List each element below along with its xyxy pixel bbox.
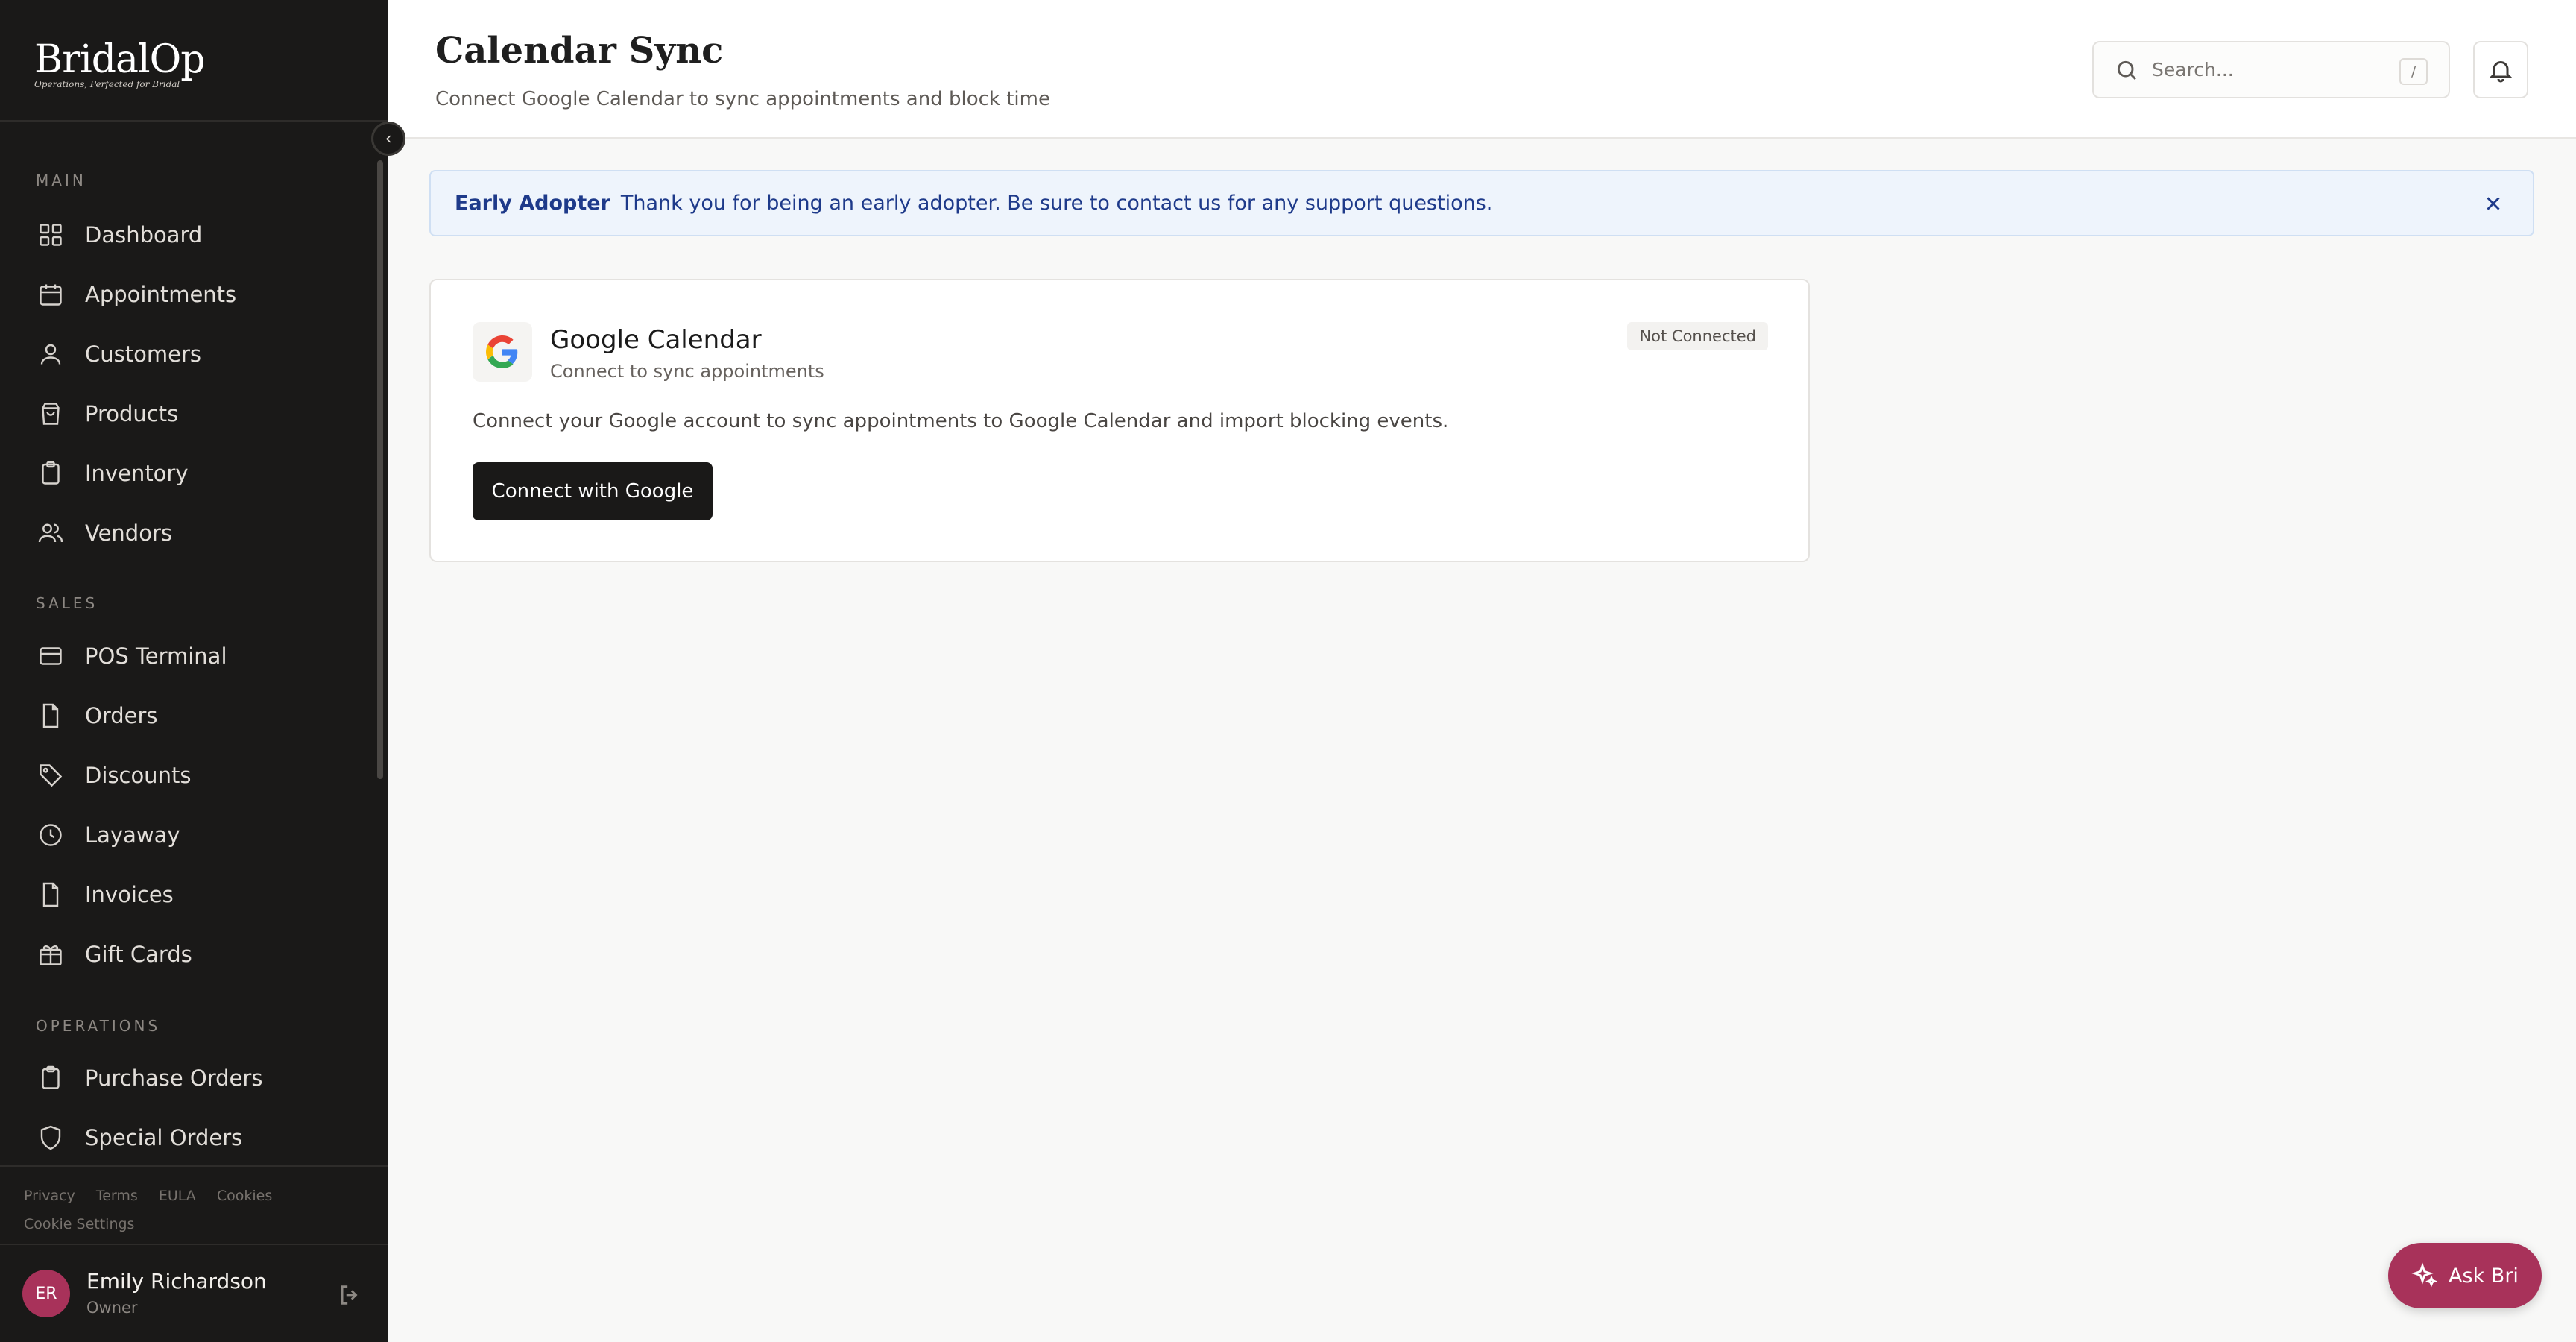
ask-bri-label: Ask Bri <box>2449 1264 2519 1288</box>
brand-name: BridalOp <box>34 37 206 82</box>
clipboard-icon <box>36 459 66 488</box>
privacy-link[interactable]: Privacy <box>24 1188 75 1204</box>
logout-icon <box>341 1285 358 1305</box>
sidebar-item-products[interactable]: Products <box>36 393 178 435</box>
page-title: Calendar Sync <box>435 30 724 72</box>
sidebar-scrollbar[interactable] <box>377 160 383 779</box>
page-header: Calendar Sync Connect Google Calendar to… <box>388 0 2576 139</box>
google-calendar-card: Google Calendar Connect to sync appointm… <box>429 279 1810 562</box>
user-role: Owner <box>86 1299 138 1317</box>
sidebar-item-label: Layaway <box>85 822 180 848</box>
terms-link[interactable]: Terms <box>96 1188 138 1204</box>
search-icon <box>2117 60 2137 80</box>
sidebar-item-discounts[interactable]: Discounts <box>36 755 191 796</box>
sidebar-divider <box>0 120 388 122</box>
sidebar-item-label: Special Orders <box>85 1125 243 1150</box>
sidebar: BridalOp Operations, Perfected for Brida… <box>0 0 405 1342</box>
calendar-icon <box>36 280 66 309</box>
file-icon <box>36 880 66 910</box>
section-label-operations: OPERATIONS <box>36 1017 161 1035</box>
search-input[interactable] <box>2152 59 2375 81</box>
user-icon <box>36 339 66 369</box>
search-shortcut-hint: / <box>2399 58 2428 85</box>
sparkles-icon <box>2411 1262 2437 1288</box>
banner-tag: Early Adopter <box>455 192 610 215</box>
status-badge: Not Connected <box>1627 322 1768 350</box>
sidebar-item-customers[interactable]: Customers <box>36 333 201 375</box>
section-label-main: MAIN <box>36 171 86 189</box>
ask-bri-button[interactable]: Ask Bri <box>2388 1243 2542 1308</box>
shopping-bag-icon <box>36 399 66 429</box>
search-box[interactable]: / <box>2092 41 2450 98</box>
sidebar-item-label: POS Terminal <box>85 643 227 669</box>
banner-close-button[interactable] <box>2481 191 2506 216</box>
collapse-sidebar-button[interactable]: ‹ <box>371 122 405 156</box>
early-adopter-banner: Early Adopter Thank you for being an ear… <box>429 170 2534 236</box>
clock-icon <box>36 820 66 850</box>
page-subtitle: Connect Google Calendar to sync appointm… <box>435 88 1050 110</box>
user-name: Emily Richardson <box>86 1269 267 1294</box>
integration-description: Connect your Google account to sync appo… <box>473 410 1449 432</box>
sidebar-item-label: Invoices <box>85 882 174 907</box>
user-divider <box>0 1244 388 1245</box>
sidebar-item-gift-cards[interactable]: Gift Cards <box>36 933 192 975</box>
sidebar-footer-divider <box>0 1165 388 1167</box>
notifications-button[interactable] <box>2473 41 2528 98</box>
gift-icon <box>36 939 66 969</box>
shield-icon <box>36 1123 66 1153</box>
sidebar-item-label: Vendors <box>85 520 172 546</box>
grid-icon <box>36 220 66 250</box>
integration-subtitle: Connect to sync appointments <box>550 361 824 382</box>
sidebar-item-label: Discounts <box>85 763 192 788</box>
sidebar-item-label: Dashboard <box>85 222 203 248</box>
google-logo <box>473 322 532 382</box>
bell-icon <box>2489 60 2513 82</box>
connect-with-google-button[interactable]: Connect with Google <box>473 462 713 520</box>
banner-message: Thank you for being an early adopter. Be… <box>620 192 1493 215</box>
tag-icon <box>36 760 66 790</box>
section-label-sales: SALES <box>36 594 98 612</box>
sidebar-item-inventory[interactable]: Inventory <box>36 453 189 494</box>
sidebar-item-label: Purchase Orders <box>85 1065 263 1091</box>
clipboard-icon <box>36 1063 66 1093</box>
cookie-settings-link[interactable]: Cookie Settings <box>24 1216 134 1232</box>
sidebar-item-dashboard[interactable]: Dashboard <box>36 214 202 256</box>
file-icon <box>36 701 66 731</box>
brand-logo[interactable]: BridalOp Operations, Perfected for Brida… <box>34 37 206 89</box>
eula-link[interactable]: EULA <box>159 1188 196 1204</box>
logout-button[interactable] <box>337 1282 364 1309</box>
sidebar-item-pos-terminal[interactable]: POS Terminal <box>36 635 227 677</box>
avatar[interactable]: ER <box>22 1270 70 1317</box>
close-icon <box>2487 197 2500 210</box>
sidebar-item-label: Appointments <box>85 282 237 307</box>
brand-tagline: Operations, Perfected for Bridal <box>34 79 180 89</box>
legal-links: Privacy Terms EULA Cookies <box>24 1188 288 1204</box>
sidebar-item-vendors[interactable]: Vendors <box>36 512 172 554</box>
sidebar-item-label: Orders <box>85 703 158 728</box>
integration-title: Google Calendar <box>550 325 762 355</box>
sidebar-item-special-orders[interactable]: Special Orders <box>36 1117 242 1159</box>
sidebar-item-appointments[interactable]: Appointments <box>36 274 236 315</box>
sidebar-item-label: Products <box>85 401 179 426</box>
sidebar-item-layaway[interactable]: Layaway <box>36 814 180 856</box>
sidebar-item-label: Gift Cards <box>85 942 192 967</box>
chevron-left-icon: ‹ <box>385 129 392 148</box>
cookies-link[interactable]: Cookies <box>217 1188 272 1204</box>
sidebar-item-label: Customers <box>85 341 201 367</box>
sidebar-item-invoices[interactable]: Invoices <box>36 874 174 916</box>
users-icon <box>36 518 66 548</box>
sidebar-item-purchase-orders[interactable]: Purchase Orders <box>36 1057 262 1099</box>
sidebar-item-label: Inventory <box>85 461 189 486</box>
google-icon <box>486 336 518 368</box>
sidebar-item-orders[interactable]: Orders <box>36 695 158 737</box>
credit-card-icon <box>36 641 66 671</box>
